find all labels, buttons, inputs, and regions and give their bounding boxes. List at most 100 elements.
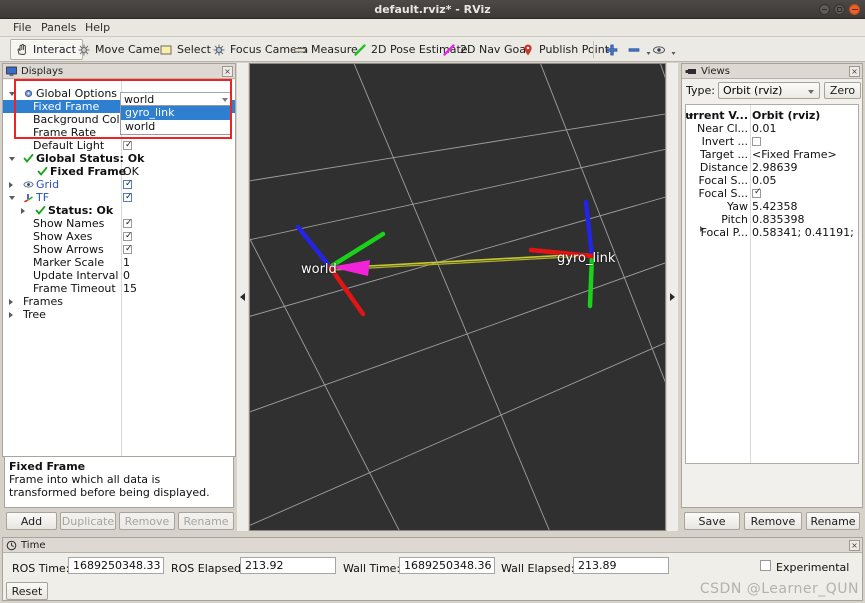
display-row-show-axes[interactable]: Show Axes ✓: [3, 230, 235, 243]
chevron-down-icon: [808, 90, 814, 94]
views-properties-table[interactable]: Current V... Orbit (rviz) Near Cl... 0.01 In…: [685, 104, 859, 464]
display-row-checkbox[interactable]: ✓: [123, 193, 133, 202]
view-row-focal-s[interactable]: Focal S... 0.05: [686, 174, 858, 187]
title-bar: default.rviz* - RViz: [0, 0, 865, 19]
expand-arrow-open-icon[interactable]: [9, 92, 15, 96]
add-display-button[interactable]: Add: [6, 512, 57, 530]
expand-arrow-open-icon[interactable]: [9, 157, 15, 161]
remove-display-button[interactable]: Remove: [119, 512, 175, 530]
view-row-yaw[interactable]: Yaw 5.42358: [686, 200, 858, 213]
save-view-button[interactable]: Save: [684, 512, 740, 530]
left-splitter-handle[interactable]: [237, 63, 248, 531]
display-row-show-arrows[interactable]: Show Arrows ✓: [3, 243, 235, 256]
displays-tree[interactable]: Global OptionsFixed FrameworldBackground…: [3, 80, 235, 456]
menu-help[interactable]: Help: [78, 19, 117, 37]
view-row-value: 0.835398: [752, 213, 805, 226]
display-row-global-status-ok[interactable]: Global Status: Ok: [3, 152, 235, 165]
display-row-label: Status: Ok: [48, 204, 114, 217]
ros-elapsed-field[interactable]: 213.92: [240, 557, 336, 574]
display-row-tf[interactable]: TF ✓: [3, 191, 235, 204]
display-row-status-ok[interactable]: Status: Ok: [3, 204, 235, 217]
tool-interact-label: Interact: [33, 43, 76, 56]
measure-icon: [293, 43, 307, 57]
rename-display-button[interactable]: Rename: [178, 512, 234, 530]
display-row-grid[interactable]: Grid ✓: [3, 178, 235, 191]
display-row-show-names[interactable]: Show Names ✓: [3, 217, 235, 230]
view-row-near-cl[interactable]: Near Cl... 0.01: [686, 122, 858, 135]
fixed-frame-dropdown-list[interactable]: gyro_link world: [120, 105, 232, 135]
view-row-pitch[interactable]: Pitch 0.835398: [686, 213, 858, 226]
dropdown-option-world[interactable]: world: [121, 120, 231, 134]
display-row-checkbox[interactable]: ✓: [123, 232, 133, 241]
green-check-icon: [35, 205, 46, 216]
fixed-frame-combobox[interactable]: world: [120, 92, 232, 106]
view-row-key: Focal P...: [700, 226, 748, 239]
display-row-checkbox[interactable]: ✓: [123, 141, 133, 150]
ros-time-field[interactable]: 1689250348.33: [68, 557, 164, 574]
display-row-checkbox[interactable]: ✓: [123, 245, 133, 254]
views-close-icon[interactable]: ×: [849, 66, 860, 77]
view-row-focal-p[interactable]: Focal P... 0.58341; 0.41191; -0...: [686, 226, 858, 239]
views-type-combobox[interactable]: Orbit (rviz): [718, 82, 820, 99]
view-row-checkbox[interactable]: [752, 137, 761, 146]
expand-arrow-open-icon[interactable]: [9, 196, 15, 200]
view-row-value: 5.42358: [752, 200, 798, 213]
rename-view-button[interactable]: Rename: [806, 512, 860, 530]
viewport-scene: [250, 64, 665, 530]
display-row-label: Fixed Frame: [50, 165, 127, 178]
3d-viewport[interactable]: world gyro_link: [249, 63, 666, 531]
display-row-label: Grid: [36, 178, 60, 191]
expand-arrow-closed-icon[interactable]: [9, 299, 13, 305]
view-row-target[interactable]: Target ... <Fixed Frame>: [686, 148, 858, 161]
menu-panels[interactable]: Panels: [34, 19, 83, 37]
maximize-button[interactable]: [834, 4, 845, 15]
experimental-label: Experimental: [776, 561, 850, 574]
visibility-tool-button[interactable]: [647, 39, 684, 60]
view-row-key: Invert ...: [701, 135, 748, 148]
display-row-marker-scale[interactable]: Marker Scale 1: [3, 256, 235, 269]
right-splitter-handle[interactable]: [667, 63, 678, 531]
display-row-value: 15: [123, 282, 137, 295]
remove-view-button[interactable]: Remove: [744, 512, 802, 530]
view-row-checkbox[interactable]: ✓: [752, 188, 762, 198]
view-row-value: <Fixed Frame>: [752, 148, 837, 161]
wall-time-field[interactable]: 1689250348.36: [399, 557, 495, 574]
green-check-icon: [23, 153, 34, 164]
duplicate-display-button[interactable]: Duplicate: [60, 512, 116, 530]
display-row-fixed-frame[interactable]: Fixed Frame OK: [3, 165, 235, 178]
expand-arrow-closed-icon[interactable]: [9, 182, 13, 188]
csdn-watermark: CSDN @Learner_QUN: [699, 581, 859, 597]
display-row-update-interval[interactable]: Update Interval 0: [3, 269, 235, 282]
display-row-frames[interactable]: Frames: [3, 295, 235, 308]
time-close-icon[interactable]: ×: [849, 540, 860, 551]
displays-close-icon[interactable]: ×: [222, 66, 233, 77]
display-row-label: TF: [36, 191, 50, 204]
dropdown-option-gyro-link[interactable]: gyro_link: [121, 106, 231, 120]
minimize-button[interactable]: [819, 4, 830, 15]
close-button[interactable]: [849, 4, 860, 15]
experimental-checkbox[interactable]: [760, 560, 771, 571]
frame-label-world: world: [301, 262, 337, 277]
expand-arrow-closed-icon[interactable]: [9, 312, 13, 318]
display-row-default-light[interactable]: Default Light ✓: [3, 139, 235, 152]
nav-goal-arrow-icon: [442, 43, 456, 57]
displays-monitor-icon: [6, 66, 17, 77]
view-row-current-v[interactable]: Current V... Orbit (rviz): [686, 109, 858, 122]
display-row-frame-timeout[interactable]: Frame Timeout 15: [3, 282, 235, 295]
expand-arrow-closed-icon[interactable]: [21, 208, 25, 214]
view-row-distance[interactable]: Distance 2.98639: [686, 161, 858, 174]
display-row-checkbox[interactable]: ✓: [123, 219, 133, 228]
time-panel-title: Time: [21, 539, 46, 551]
display-row-label: Show Axes: [33, 230, 93, 243]
chevron-down-icon: [222, 98, 228, 102]
map-pin-icon: [521, 43, 535, 57]
wall-elapsed-field[interactable]: 213.89: [573, 557, 669, 574]
view-row-invert[interactable]: Invert ...: [686, 135, 858, 148]
tool-bar: Interact Move Camera Select Focus Camera…: [0, 37, 865, 62]
reset-button[interactable]: Reset: [6, 582, 48, 600]
zero-button[interactable]: Zero: [824, 82, 861, 99]
display-row-tree[interactable]: Tree: [3, 308, 235, 321]
display-help-box: Fixed Frame Frame into which all data is…: [4, 456, 234, 508]
view-row-focal-s[interactable]: Focal S... ✓: [686, 187, 858, 200]
display-row-checkbox[interactable]: ✓: [123, 180, 133, 189]
